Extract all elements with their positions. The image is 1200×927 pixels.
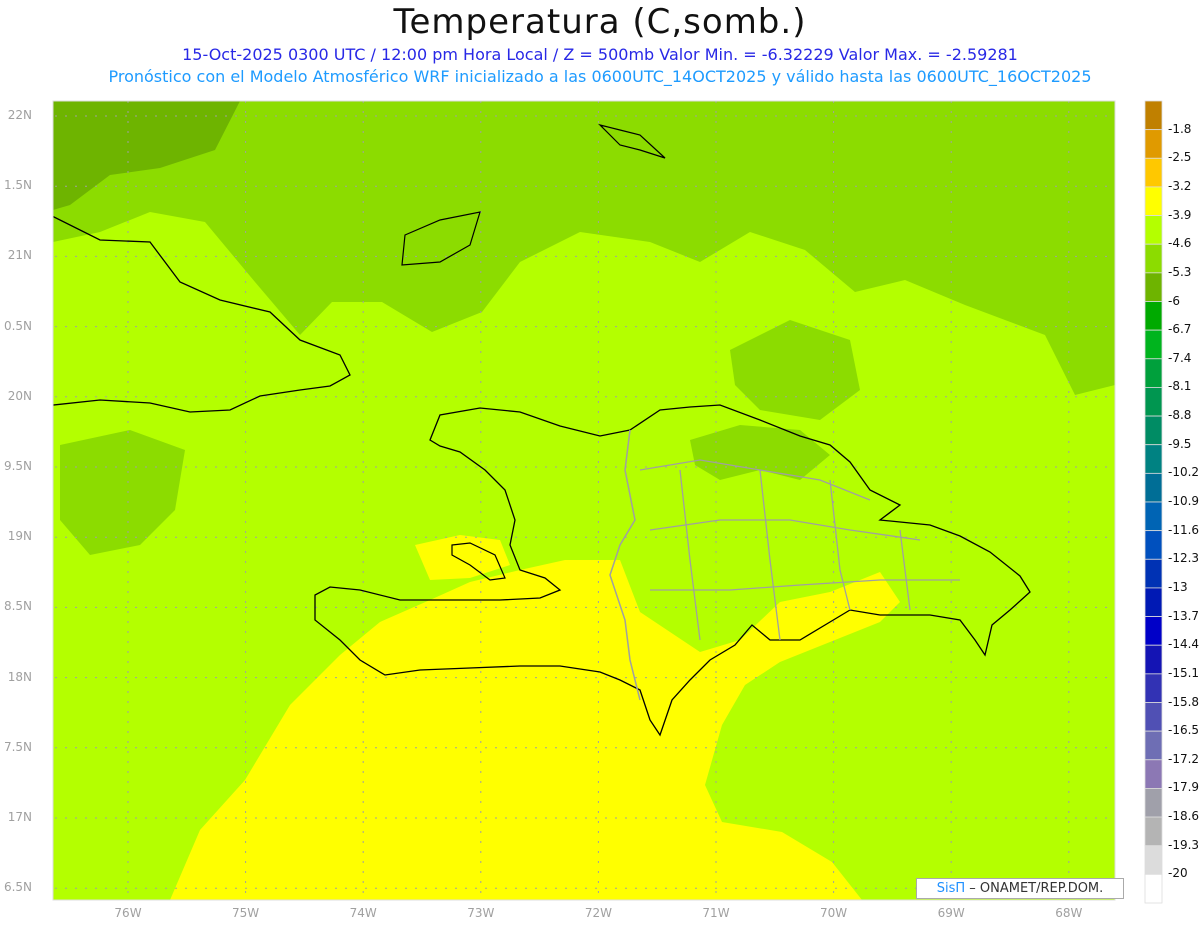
lon-label: 68W xyxy=(1055,906,1083,920)
colorbar-label: -16.5 xyxy=(1168,723,1200,738)
colorbar-label: -13.7 xyxy=(1168,608,1200,623)
lat-label: 7.5N xyxy=(3,739,32,754)
colorbar-swatch xyxy=(1144,616,1163,646)
colorbar-swatch xyxy=(1144,730,1163,761)
colorbar-label: -3.9 xyxy=(1168,207,1192,222)
lon-label: 75W xyxy=(232,906,260,920)
colorbar-swatch xyxy=(1144,387,1163,417)
colorbar-swatch xyxy=(1144,301,1163,331)
lon-label: 72W xyxy=(584,906,612,920)
colorbar-label: -15.8 xyxy=(1168,694,1200,709)
colorbar-swatch xyxy=(1144,816,1163,847)
colorbar-swatch xyxy=(1144,788,1163,818)
colorbar-label: -19.3 xyxy=(1168,837,1200,852)
colorbar-swatch xyxy=(1144,129,1163,159)
colorbar-swatch xyxy=(1144,415,1163,446)
temperature-map xyxy=(52,100,1163,904)
colorbar-swatch xyxy=(1144,186,1163,216)
colorbar-swatch xyxy=(1144,100,1163,131)
colorbar-label: -12.3 xyxy=(1168,551,1200,566)
lon-label: 70W xyxy=(820,906,848,920)
colorbar-swatch xyxy=(1144,272,1163,302)
colorbar-swatch xyxy=(1144,243,1163,274)
colorbar-swatch xyxy=(1144,501,1163,532)
lon-label: 69W xyxy=(937,906,965,920)
colorbar xyxy=(1144,100,1163,904)
lon-label: 73W xyxy=(467,906,495,920)
lat-label: 20N xyxy=(7,388,32,403)
colorbar-label: -17.9 xyxy=(1168,780,1200,795)
colorbar-label: -5.3 xyxy=(1168,264,1192,279)
colorbar-label: -17.2 xyxy=(1168,751,1200,766)
colorbar-label: -10.2 xyxy=(1168,465,1200,480)
colorbar-swatch xyxy=(1144,358,1163,388)
colorbar-label: -1.8 xyxy=(1168,121,1192,136)
lat-label: 0.5N xyxy=(3,318,32,333)
colorbar-swatch xyxy=(1144,558,1163,589)
colorbar-label: -7.4 xyxy=(1168,350,1192,365)
colorbar-label: -20 xyxy=(1168,866,1188,881)
lat-label: 22N xyxy=(7,108,32,122)
lat-label: 18N xyxy=(7,669,32,684)
colorbar-swatch xyxy=(1144,702,1163,732)
colorbar-swatch xyxy=(1144,530,1163,560)
colorbar-label: -8.8 xyxy=(1168,408,1192,423)
lat-label: 6.5N xyxy=(3,880,32,895)
lon-label: 74W xyxy=(349,906,377,920)
colorbar-swatch xyxy=(1144,472,1163,503)
lat-label: 19N xyxy=(7,529,32,544)
colorbar-swatch xyxy=(1144,644,1163,675)
colorbar-label: -14.4 xyxy=(1168,637,1200,652)
colorbar-swatch xyxy=(1144,873,1163,904)
colorbar-label: -6 xyxy=(1168,293,1180,308)
credit-text: – ONAMET/REP.DOM. xyxy=(969,881,1104,896)
colorbar-swatch xyxy=(1144,845,1163,875)
lon-label: 76W xyxy=(114,906,142,920)
colorbar-swatch xyxy=(1144,215,1163,245)
lat-label: 9.5N xyxy=(3,459,32,473)
colorbar-label: -15.1 xyxy=(1168,665,1200,680)
colorbar-label: -3.2 xyxy=(1168,178,1192,193)
lon-label: 71W xyxy=(702,906,730,920)
colorbar-label: -10.9 xyxy=(1168,494,1200,508)
colorbar-swatch xyxy=(1144,329,1163,360)
lat-label: 21N xyxy=(7,248,32,263)
colorbar-label: -13 xyxy=(1168,579,1188,594)
colorbar-label: -4.6 xyxy=(1168,236,1192,251)
colorbar-label: -6.7 xyxy=(1168,322,1192,337)
colorbar-swatch xyxy=(1144,587,1163,617)
colorbar-label: -2.5 xyxy=(1168,150,1192,165)
colorbar-label: -11.6 xyxy=(1168,522,1200,537)
colorbar-label: -9.5 xyxy=(1168,436,1192,451)
colorbar-swatch xyxy=(1144,444,1163,474)
lat-label: 17N xyxy=(7,810,32,824)
colorbar-label: -18.6 xyxy=(1168,809,1200,824)
colorbar-swatch xyxy=(1144,157,1163,188)
lat-label: 1.5N xyxy=(3,178,32,193)
colorbar-label: -8.1 xyxy=(1168,379,1192,394)
brand-logo: SisΠ xyxy=(936,881,966,896)
colorbar-swatch xyxy=(1144,759,1163,789)
credit-badge: SisΠ – ONAMET/REP.DOM. xyxy=(916,878,1124,899)
colorbar-swatch xyxy=(1144,673,1163,703)
lat-label: 8.5N xyxy=(3,599,32,614)
